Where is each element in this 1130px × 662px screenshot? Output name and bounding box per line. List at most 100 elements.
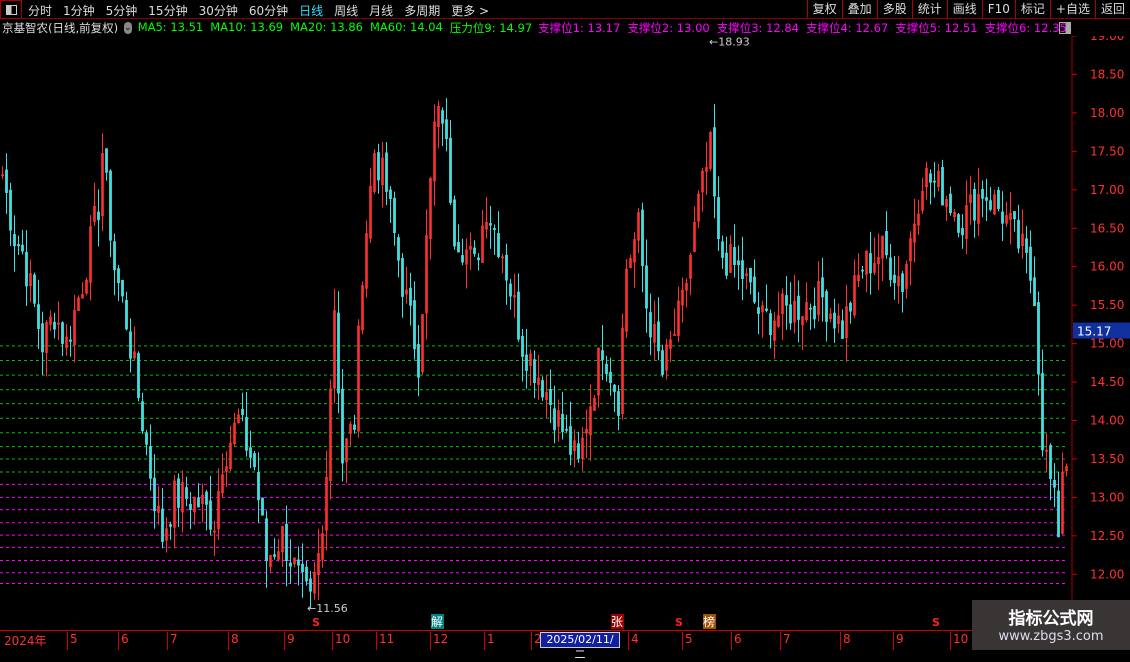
period-tab[interactable]: 1分钟 <box>63 2 95 19</box>
watermark-title: 指标公式网 <box>1008 609 1094 629</box>
toolbar-button[interactable]: +自选 <box>1049 0 1095 19</box>
candle <box>37 279 40 349</box>
event-marker[interactable]: 解 <box>431 615 443 629</box>
candle <box>533 350 536 399</box>
x-tick-label: 5 <box>682 632 693 650</box>
toolbar-button[interactable]: 叠加 <box>841 0 877 19</box>
candle <box>1037 291 1040 396</box>
x-tick-label: 12 <box>430 632 448 650</box>
toolbar-button[interactable]: 多股 <box>876 0 912 19</box>
candle <box>697 190 700 229</box>
y-tick-label: 16.50 <box>1090 221 1124 235</box>
event-marker[interactable]: 榜 <box>703 614 715 629</box>
candle <box>1001 191 1004 242</box>
ma-value: 压力位9: 14.97 <box>449 21 533 35</box>
candle <box>1057 471 1060 538</box>
candle <box>465 238 468 289</box>
candle <box>49 310 52 331</box>
candle <box>753 259 756 304</box>
layout-toggle-button[interactable] <box>0 0 22 19</box>
candle <box>717 176 720 252</box>
candle <box>621 313 624 420</box>
candle <box>361 281 364 335</box>
period-tab[interactable]: 多周期 <box>404 2 440 19</box>
candle <box>889 244 892 287</box>
candle <box>845 284 848 362</box>
y-tick-label: 13.50 <box>1090 452 1124 466</box>
period-tab[interactable]: 更多 > <box>451 2 489 19</box>
candle <box>1009 192 1012 245</box>
candle <box>1049 443 1052 501</box>
event-marker[interactable]: 张 <box>611 615 623 629</box>
chevron-down-icon[interactable]: ⌄ <box>124 22 132 34</box>
y-tick-label: 14.50 <box>1090 375 1124 389</box>
candle <box>881 235 884 282</box>
candle <box>177 473 180 528</box>
toolbar-button[interactable]: F10 <box>981 0 1015 19</box>
signal-marker[interactable]: S <box>675 616 683 629</box>
date-axis: 2024年 5 6 7 8 9 10 11 12 1 2 4 5 6 7 8 9 10 2025/02/11/二 <box>0 630 972 661</box>
candle <box>141 392 144 434</box>
candle <box>189 492 192 529</box>
period-tab[interactable]: 分时 <box>28 2 52 19</box>
candle <box>105 148 108 181</box>
y-tick-label: 19.00 <box>1090 36 1124 43</box>
candle <box>225 451 228 488</box>
candle <box>313 562 316 600</box>
x-tick-label: 8 <box>228 632 239 650</box>
candle <box>785 276 788 330</box>
period-tab[interactable]: 60分钟 <box>249 2 288 19</box>
candle <box>897 255 900 304</box>
period-tab[interactable]: 5分钟 <box>106 2 138 19</box>
candle <box>157 486 160 525</box>
x-tick-label: 8 <box>840 632 851 650</box>
candle <box>89 215 92 301</box>
period-tab[interactable]: 月线 <box>369 2 393 19</box>
candle <box>537 354 540 400</box>
panel-icon[interactable] <box>1059 22 1071 34</box>
candle <box>405 266 408 304</box>
candle <box>257 452 260 524</box>
candle <box>117 264 120 302</box>
candle <box>381 141 384 208</box>
candle <box>641 202 644 293</box>
toolbar-button[interactable]: 统计 <box>911 0 947 19</box>
candle <box>317 528 320 601</box>
candle <box>773 311 776 360</box>
toolbar-button[interactable]: 复权 <box>806 0 842 19</box>
toolbar-button[interactable]: 画线 <box>946 0 982 19</box>
period-tab[interactable]: 30分钟 <box>199 2 238 19</box>
candle <box>1045 433 1048 472</box>
candle <box>125 291 128 331</box>
signal-marker[interactable]: S <box>312 616 320 629</box>
candle <box>873 237 876 276</box>
toolbar-button[interactable]: 返回 <box>1094 0 1130 19</box>
candle <box>1053 463 1056 508</box>
period-tab[interactable]: 周线 <box>334 2 358 19</box>
candle <box>809 303 812 330</box>
candle <box>677 286 680 343</box>
candle <box>269 554 272 573</box>
candle <box>665 338 668 380</box>
toolbar-button[interactable]: 标记 <box>1014 0 1050 19</box>
support-value: 支撑位1: 13.17 <box>538 21 621 35</box>
candle <box>893 255 896 300</box>
candle <box>441 107 444 147</box>
candle <box>145 430 148 456</box>
candle <box>373 149 376 195</box>
candle <box>1017 204 1020 254</box>
x-tick-label: 6 <box>118 632 129 650</box>
signal-marker[interactable]: S <box>932 616 940 629</box>
y-tick-label: 14.00 <box>1090 414 1124 428</box>
candle <box>617 385 620 431</box>
candle <box>833 298 836 343</box>
y-tick-label: 15.50 <box>1090 298 1124 312</box>
candle <box>545 375 548 419</box>
period-tab[interactable]: 15分钟 <box>148 2 187 19</box>
candle <box>989 186 992 212</box>
candle <box>801 315 804 351</box>
candle <box>557 399 560 442</box>
y-tick-label: 17.50 <box>1090 144 1124 158</box>
candle <box>321 525 324 568</box>
period-tab[interactable]: 日线 <box>299 2 323 19</box>
